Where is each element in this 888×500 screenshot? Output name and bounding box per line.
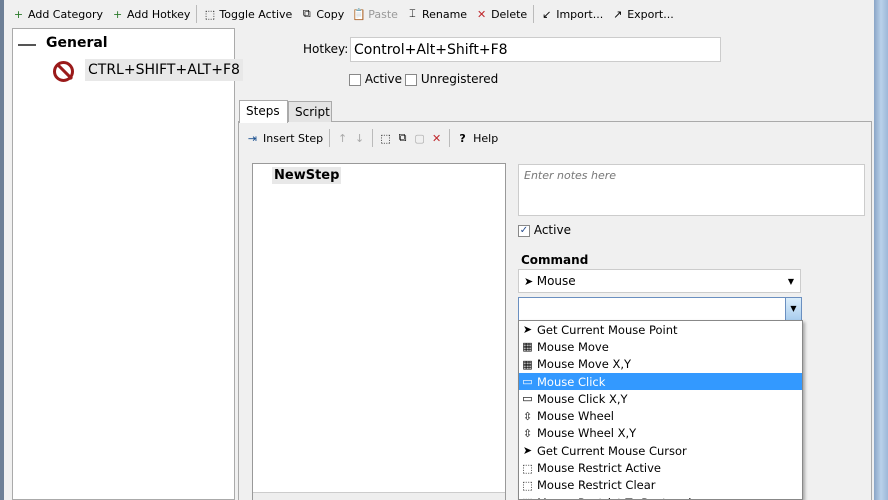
add-category-icon: + xyxy=(13,7,24,21)
export-button[interactable]: ↗ Export... xyxy=(607,3,678,25)
command-icon: ➤ xyxy=(522,444,533,458)
rename-icon: ⌶ xyxy=(409,7,416,20)
inactive-icon xyxy=(53,61,74,82)
move-down-icon[interactable]: ↓ xyxy=(353,132,366,145)
command-select[interactable]: ➤ Mouse ▼ xyxy=(518,269,801,293)
insert-step-icon: ⇥ xyxy=(247,131,258,145)
main-toolbar: + Add Category + Add Hotkey ⬚ Toggle Active… xyxy=(4,0,874,28)
dropdown-item[interactable]: ▭ Mouse Click X,Y xyxy=(519,390,802,407)
copy-icon: ⧉ xyxy=(302,7,311,20)
command-icon: ⬚ xyxy=(522,461,533,475)
steps-horizontal-scrollbar[interactable] xyxy=(253,492,505,500)
export-icon: ↗ xyxy=(613,7,623,21)
notes-textarea[interactable]: Enter notes here xyxy=(518,164,865,216)
command-icon: ▦ xyxy=(522,357,533,371)
active-checkbox[interactable]: Active xyxy=(349,72,402,86)
command-icon: ⬚ xyxy=(521,496,534,499)
command-icon: ⇳ xyxy=(522,426,533,440)
subcommand-dropdown-list: ➤ Get Current Mouse Point ▦ Mouse Move ▦ Mous… xyxy=(518,320,803,500)
dropdown-item[interactable]: ⇳ Mouse Wheel X,Y xyxy=(519,425,802,442)
dropdown-item[interactable]: ➤ Get Current Mouse Point xyxy=(519,321,802,338)
step-active-checkbox[interactable]: ✓ Active xyxy=(518,223,571,237)
paste-icon: 📋 xyxy=(352,7,366,21)
insert-step-button[interactable]: Insert Step xyxy=(263,132,323,145)
pointer-icon: ➤ xyxy=(524,274,534,288)
tree-category[interactable]: General xyxy=(46,35,108,51)
hotkey-input[interactable] xyxy=(350,37,721,62)
delete-icon[interactable]: ✕ xyxy=(430,132,443,145)
copy-icon[interactable]: ⧉ xyxy=(396,131,409,145)
command-icon: ▭ xyxy=(522,375,533,389)
tree-hotkey-item[interactable]: CTRL+SHIFT+ALT+F8 xyxy=(85,59,243,81)
toggle-active-icon[interactable]: ⬚ xyxy=(379,132,392,145)
add-hotkey-icon: + xyxy=(112,7,123,21)
add-category-button[interactable]: + Add Category xyxy=(8,3,107,25)
hotkey-label: Hotkey: xyxy=(303,42,349,56)
collapse-icon[interactable] xyxy=(18,44,36,46)
delete-button[interactable]: ✕ Delete xyxy=(471,3,531,25)
add-hotkey-button[interactable]: + Add Hotkey xyxy=(107,3,194,25)
command-label: Command xyxy=(521,253,589,267)
window-border-right xyxy=(874,0,888,500)
copy-button[interactable]: ⧉ Copy xyxy=(296,3,348,25)
command-icon: ⬚ xyxy=(522,478,533,492)
dropdown-item[interactable]: ▭ Mouse Click xyxy=(519,372,802,391)
command-icon: ▭ xyxy=(522,392,533,406)
help-icon: ? xyxy=(459,131,466,145)
toggle-active-icon: ⬚ xyxy=(204,7,216,21)
command-icon: ▦ xyxy=(522,340,533,354)
subcommand-combobox[interactable]: ▼ xyxy=(518,297,802,321)
command-icon: ➤ xyxy=(522,323,533,337)
steps-toolbar: ⇥ Insert Step ↑ ↓ ⬚ ⧉ ▢ ✕ ? Help xyxy=(246,129,498,147)
toolbar-separator xyxy=(196,5,198,23)
delete-icon: ✕ xyxy=(476,7,487,21)
tab-steps[interactable]: Steps xyxy=(239,100,288,123)
dropdown-item[interactable]: ⬚ Mouse Restrict Active xyxy=(519,459,802,476)
help-button[interactable]: Help xyxy=(473,132,498,145)
chevron-down-icon[interactable]: ▼ xyxy=(785,298,801,320)
toggle-active-button[interactable]: ⬚ Toggle Active xyxy=(199,3,296,25)
move-up-icon[interactable]: ↑ xyxy=(336,132,349,145)
paste-icon[interactable]: ▢ xyxy=(413,132,426,145)
dropdown-item[interactable]: ▦ Mouse Move xyxy=(519,338,802,355)
tab-script[interactable]: Script xyxy=(288,101,332,122)
step-item[interactable]: NewStep xyxy=(272,167,342,184)
dropdown-item[interactable]: ⬚Mouse Restrict To Rectangle xyxy=(519,494,802,499)
import-icon: ↙ xyxy=(542,7,552,21)
dropdown-item[interactable]: ⇳ Mouse Wheel xyxy=(519,407,802,424)
import-button[interactable]: ↙ Import... xyxy=(536,3,607,25)
paste-button[interactable]: 📋 Paste xyxy=(348,3,402,25)
steps-list[interactable]: NewStep xyxy=(252,163,506,500)
command-icon: ⇳ xyxy=(522,409,533,423)
hotkey-tree[interactable]: General CTRL+SHIFT+ALT+F8 xyxy=(12,28,243,500)
rename-button[interactable]: ⌶ Rename xyxy=(402,3,471,25)
dropdown-item[interactable]: ➤ Get Current Mouse Cursor xyxy=(519,442,802,459)
window-border-left xyxy=(0,0,4,500)
chevron-down-icon: ▼ xyxy=(787,276,794,286)
dropdown-item[interactable]: ▦ Mouse Move X,Y xyxy=(519,356,802,373)
dropdown-item[interactable]: ⬚ Mouse Restrict Clear xyxy=(519,477,802,494)
unregistered-checkbox[interactable]: Unregistered xyxy=(405,72,498,86)
toolbar-separator xyxy=(533,5,535,23)
